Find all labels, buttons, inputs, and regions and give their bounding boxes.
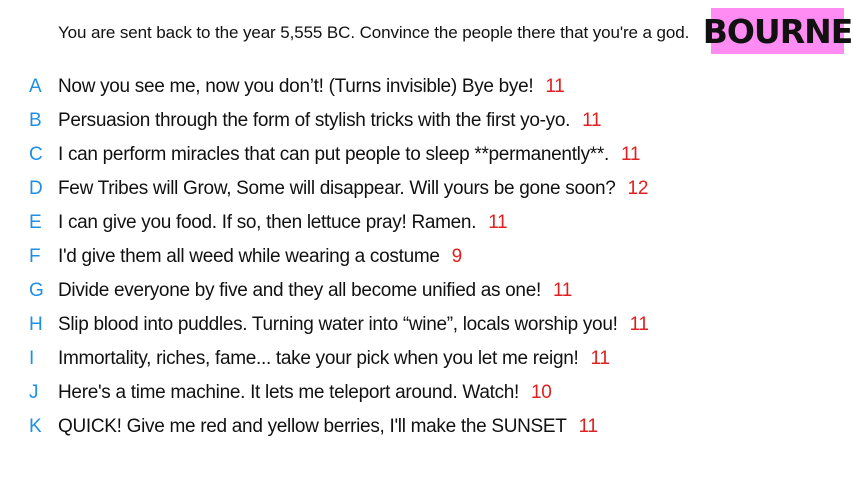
answer-text: I can perform miracles that can put peop…	[58, 144, 640, 166]
answer-text: Slip blood into puddles. Turning water i…	[58, 314, 649, 336]
answer-text: I'd give them all weed while wearing a c…	[58, 246, 462, 268]
answer-score: 10	[531, 382, 552, 403]
answer-letter: G	[29, 280, 44, 301]
answer-text-content: I'd give them all weed while wearing a c…	[58, 246, 440, 267]
answer-score: 11	[545, 76, 565, 97]
answer-text: Persuasion through the form of stylish t…	[58, 110, 602, 132]
answer-letter: D	[29, 178, 43, 199]
answer-letter: C	[29, 144, 43, 165]
answer-score: 11	[590, 348, 610, 369]
answer-letter: I	[29, 348, 35, 369]
answer-text-content: Slip blood into puddles. Turning water i…	[58, 314, 618, 335]
answer-score: 11	[552, 280, 573, 301]
player-name-badge: BOURNE	[703, 8, 853, 54]
answer-letter: A	[29, 76, 42, 97]
answer-score: 11	[488, 212, 508, 233]
answer-text-content: QUICK! Give me red and yellow berries, I…	[58, 416, 567, 437]
answer-text: QUICK! Give me red and yellow berries, I…	[58, 416, 598, 438]
answer-letter: B	[29, 110, 42, 131]
answer-score: 11	[582, 110, 602, 131]
answer-text-content: Now you see me, now you don’t! (Turns in…	[58, 76, 534, 97]
answer-text-content: Persuasion through the form of stylish t…	[58, 110, 571, 131]
answer-score: 11	[629, 314, 649, 335]
question-prompt: You are sent back to the year 5,555 BC. …	[58, 23, 690, 42]
answer-score: 11	[578, 416, 598, 437]
answer-letter: F	[29, 246, 41, 267]
answer-score: 12	[627, 178, 649, 199]
answer-letter: J	[29, 382, 39, 403]
answer-text: Divide everyone by five and they all bec…	[58, 280, 572, 302]
answer-text: I can give you food. If so, then lettuce…	[58, 212, 508, 234]
answer-letter: K	[29, 416, 42, 437]
answer-score: 9	[451, 246, 463, 267]
answer-letter: E	[29, 212, 42, 233]
answer-text: Now you see me, now you don’t! (Turns in…	[58, 76, 565, 98]
answer-text-content: Here's a time machine. It lets me telepo…	[58, 382, 520, 403]
answer-text-content: Few Tribes will Grow, Some will disappea…	[58, 178, 616, 199]
answer-text: Immortality, riches, fame... take your p…	[58, 348, 610, 370]
answer-text-content: Immortality, riches, fame... take your p…	[58, 348, 579, 369]
answer-letter: H	[29, 314, 43, 335]
answer-text: Few Tribes will Grow, Some will disappea…	[58, 178, 648, 200]
answer-text-content: Divide everyone by five and they all bec…	[58, 280, 541, 301]
answer-text-content: I can give you food. If so, then lettuce…	[58, 212, 477, 233]
answer-text: Here's a time machine. It lets me telepo…	[58, 382, 552, 404]
answer-score: 11	[620, 144, 641, 165]
answer-text-content: I can perform miracles that can put peop…	[58, 144, 609, 165]
